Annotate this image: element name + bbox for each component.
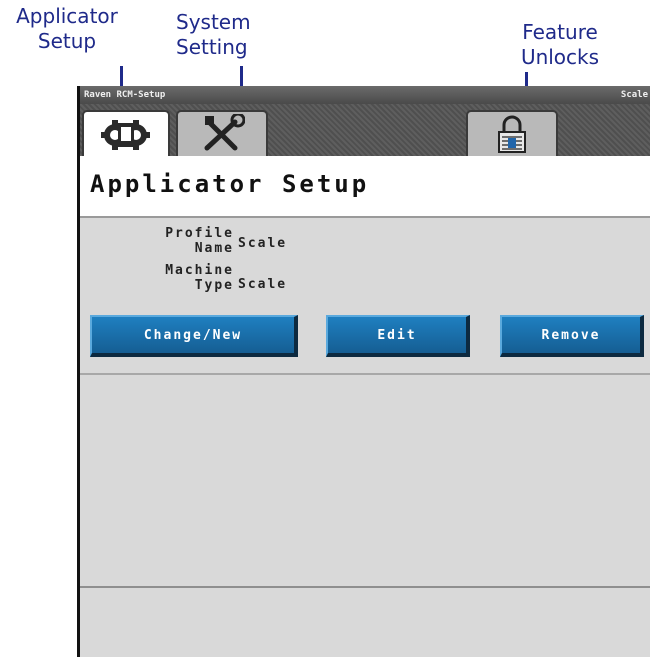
page-title: Applicator Setup [90,170,370,198]
callout-applicator-setup: Applicator Setup [0,4,142,54]
title-bar-right-text: Scale [620,90,648,100]
callout-line-2: Setup [37,29,97,53]
callout-line-1: Feature [522,20,598,44]
device-screen: Raven RCM-Setup Scale Applicator Setup P… [80,86,650,657]
label-line-1: Machine [165,263,234,278]
tab-applicator-setup[interactable] [82,110,170,158]
label-line-2: Type [194,278,234,293]
label-line-2: Name [194,241,234,256]
callout-system-setting: System Setting [176,10,286,60]
title-bar: Raven RCM-Setup Scale [80,86,650,104]
divider [80,373,650,375]
change-new-button[interactable]: Change/New [90,315,298,357]
page-header: Applicator Setup [80,156,650,218]
tools-icon [204,114,245,151]
callout-line-1: System [176,10,251,34]
padlock-icon [498,115,526,153]
label-line-1: Profile [165,226,234,241]
title-bar-left-text: Raven RCM-Setup [84,90,166,100]
callout-line-2: Unlocks [520,45,600,69]
remove-button[interactable]: Remove [500,315,644,357]
profile-name-label: Profile Name [110,226,234,256]
machine-type-value: Scale [238,277,288,292]
callout-line-2: Setting [176,35,248,59]
edit-button[interactable]: Edit [326,315,470,357]
gear-wrench-icon [101,120,150,150]
tab-strip [80,104,650,158]
profile-name-value: Scale [238,236,288,251]
divider [80,586,650,588]
callout-leader [120,66,123,88]
callout-line-1: Applicator [16,4,118,28]
tab-feature-unlocks[interactable] [466,110,558,156]
callout-feature-unlocks: Feature Unlocks [500,20,620,70]
machine-type-label: Machine Type [110,263,234,293]
tab-system-setting[interactable] [176,110,268,156]
